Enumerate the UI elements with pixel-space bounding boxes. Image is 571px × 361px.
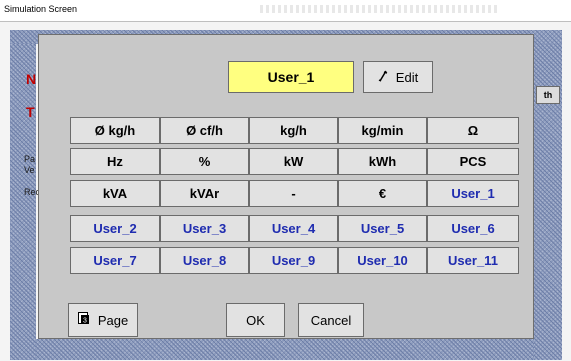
unit-button[interactable]: Hz [70,148,160,175]
window-title: Simulation Screen [4,4,78,14]
current-unit-display: User_1 [228,61,354,93]
unit-button[interactable]: kVA [70,180,160,207]
window-titlebar: Simulation Screen [0,0,571,22]
unit-button[interactable]: kVAr [160,180,249,207]
unit-button[interactable]: kg/min [338,117,427,144]
unit-button-user-9[interactable]: User_9 [249,247,338,274]
page-button[interactable]: 3 Page [68,303,138,337]
hatch-border-left [10,44,36,360]
unit-button[interactable]: Ø kg/h [70,117,160,144]
unit-button[interactable]: Ø cf/h [160,117,249,144]
page-icon: 3 [77,312,90,328]
unit-button-user-8[interactable]: User_8 [160,247,249,274]
unit-button[interactable]: € [338,180,427,207]
unit-button-user-7[interactable]: User_7 [70,247,160,274]
ok-button[interactable]: OK [226,303,285,337]
unit-button-user-10[interactable]: User_10 [338,247,427,274]
background-label-pa: Pa [24,154,36,164]
unit-button-user-4[interactable]: User_4 [249,215,338,242]
cancel-button[interactable]: Cancel [298,303,364,337]
svg-text:3: 3 [83,318,87,325]
unit-button[interactable]: Ω [427,117,519,144]
unit-button-user-11[interactable]: User_11 [427,247,519,274]
unit-button[interactable]: % [160,148,249,175]
unit-button[interactable]: kW [249,148,338,175]
unit-button[interactable]: kg/h [249,117,338,144]
unit-button-user-1[interactable]: User_1 [427,180,519,207]
unit-button-user-3[interactable]: User_3 [160,215,249,242]
background-label-t: T [26,104,35,120]
unit-button[interactable]: PCS [427,148,519,175]
unit-button[interactable]: - [249,180,338,207]
background-tab-label: th [543,90,553,100]
background-tab: th [536,86,560,104]
unit-button-user-6[interactable]: User_6 [427,215,519,242]
page-label: Page [97,312,129,328]
unit-selection-dialog: User_1 Edit Ø kg/h Ø cf/h kg/h kg/min Ω … [38,34,534,339]
unit-button[interactable]: kWh [338,148,427,175]
background-label-ve: Ve [24,165,35,175]
unit-button-user-5[interactable]: User_5 [338,215,427,242]
titlebar-faint-text [260,5,500,13]
hatch-border-bottom [36,339,534,360]
unit-button-user-2[interactable]: User_2 [70,215,160,242]
background-label-n: N [26,71,37,87]
edit-button[interactable]: Edit [363,61,433,93]
edit-label: Edit [395,69,419,85]
pencil-icon [378,70,388,85]
